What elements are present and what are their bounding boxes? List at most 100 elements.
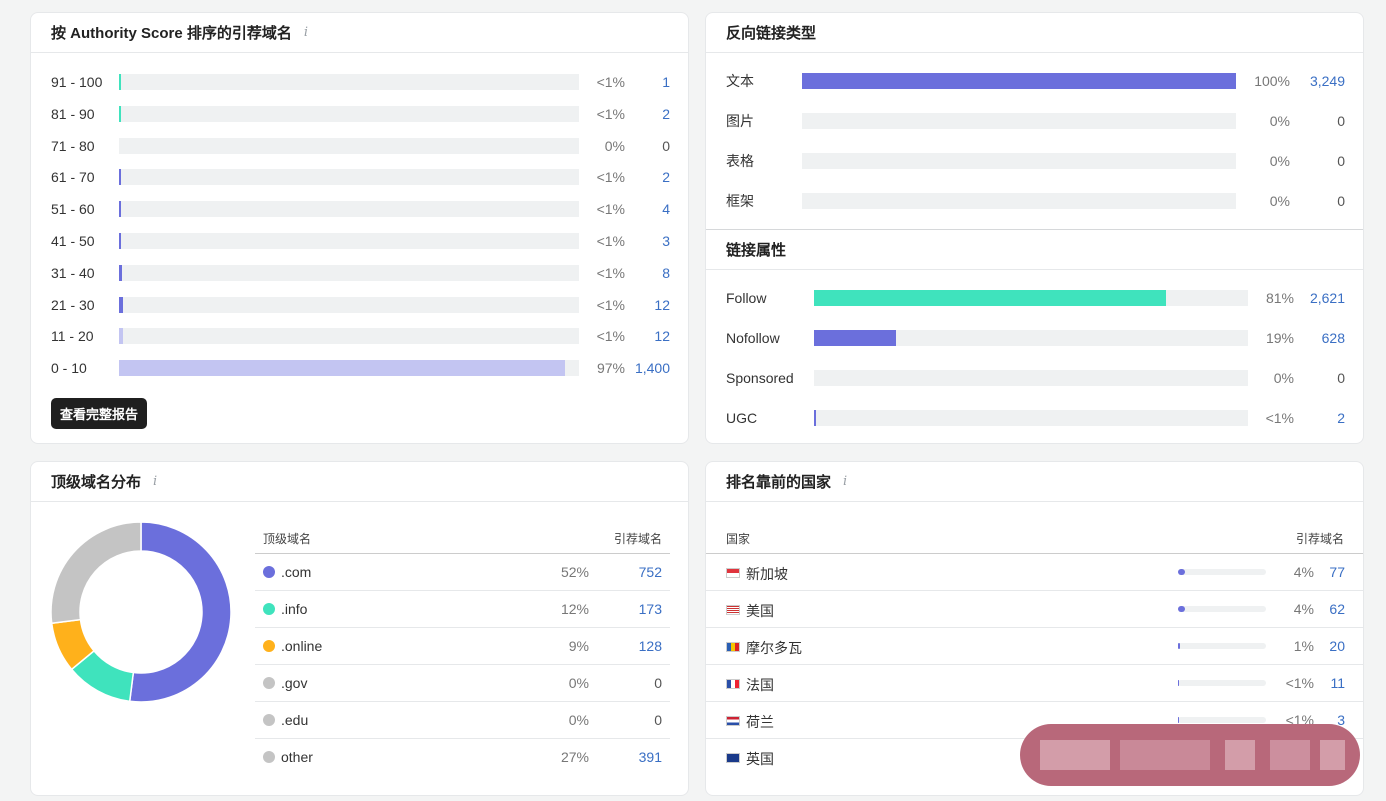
tld-count: 0: [654, 675, 662, 691]
link-attribute-row: UGC <1% 2: [706, 408, 1363, 428]
authority-row: 41 - 50 <1% 3: [31, 231, 688, 251]
tld-column-header: 顶级域名: [263, 532, 312, 546]
authority-label: 91 - 100: [51, 74, 103, 90]
authority-label: 81 - 90: [51, 105, 95, 122]
authority-score-card: 按 Authority Score 排序的引荐域名 i 91 - 100 <1% 1…: [30, 12, 689, 444]
country-name[interactable]: 英国: [746, 749, 774, 769]
blurred-overlay: [1020, 724, 1360, 786]
country-name[interactable]: 美国: [746, 601, 774, 621]
country-name[interactable]: 法国: [746, 675, 774, 695]
link-attribute-bar-track: [814, 370, 1248, 386]
authority-bar-track: [119, 105, 579, 122]
authority-count[interactable]: 12: [610, 328, 670, 344]
backlink-type-label: 框架: [726, 193, 754, 209]
legend-dot: [263, 677, 275, 689]
link-attribute-count[interactable]: 2: [1285, 410, 1345, 426]
tld-count[interactable]: 391: [602, 749, 662, 765]
link-attribute-count[interactable]: 2,621: [1285, 290, 1345, 306]
authority-label: 71 - 80: [51, 137, 95, 154]
backlink-type-label: 图片: [726, 113, 754, 129]
card-header: 反向链接类型: [706, 13, 1363, 53]
link-attribute-bar-track: [814, 290, 1248, 306]
backlink-type-row: 表格 0% 0: [706, 151, 1363, 171]
country-name[interactable]: 摩尔多瓦: [746, 638, 802, 658]
country-name[interactable]: 荷兰: [746, 712, 774, 732]
backlink-type-label: 文本: [726, 73, 754, 89]
country-row: 美国 4% 62: [706, 591, 1363, 628]
referring-domains-column-header: 引荐域名: [1296, 532, 1345, 546]
link-attribute-bar-fill: [814, 410, 816, 426]
tld-percent: 52%: [560, 564, 589, 580]
authority-bar-fill: [119, 360, 566, 377]
country-count[interactable]: 11: [1285, 675, 1345, 691]
legend-dot: [263, 566, 275, 578]
link-attribute-bar-fill: [814, 290, 1166, 306]
md-flag-icon: [726, 642, 740, 652]
authority-count[interactable]: 12: [610, 297, 670, 313]
info-icon[interactable]: i: [304, 25, 308, 40]
country-name[interactable]: 新加坡: [746, 564, 788, 584]
backlink-type-label: 表格: [726, 153, 754, 169]
backlink-types-title: 反向链接类型: [726, 25, 817, 42]
authority-bar-fill: [119, 233, 121, 249]
info-icon[interactable]: i: [153, 474, 157, 489]
authority-label: 41 - 50: [51, 233, 95, 249]
link-attributes-title: 链接属性: [726, 242, 787, 259]
backlink-type-count[interactable]: 3,249: [1285, 73, 1345, 89]
authority-bar-track: [119, 264, 579, 281]
backlink-type-count: 0: [1337, 153, 1345, 169]
authority-label: 11 - 20: [51, 328, 94, 345]
tld-name: other: [281, 749, 313, 765]
backlink-type-percent: 0%: [1269, 193, 1290, 209]
tld-percent: 9%: [568, 638, 589, 654]
link-attribute-label: Sponsored: [726, 370, 794, 386]
card-header: 顶级域名分布 i: [31, 462, 688, 502]
authority-count[interactable]: 2: [610, 169, 670, 185]
country-bar-fill: [1178, 643, 1180, 649]
legend-dot: [263, 603, 275, 615]
authority-label: 61 - 70: [51, 169, 95, 186]
country-count[interactable]: 20: [1285, 638, 1345, 654]
authority-bar-fill: [119, 74, 121, 90]
country-count[interactable]: 62: [1285, 601, 1345, 617]
link-attribute-label: Nofollow: [726, 330, 780, 346]
link-attribute-bar-track: [814, 330, 1248, 346]
authority-row: 61 - 70 <1% 2: [31, 167, 688, 187]
authority-label: 0 - 10: [51, 360, 87, 377]
authority-count[interactable]: 3: [610, 233, 670, 249]
authority-bar-track: [119, 328, 579, 345]
country-count[interactable]: 77: [1285, 564, 1345, 580]
country-bar-track: [1178, 717, 1266, 723]
authority-bar-fill: [119, 105, 121, 122]
tld-count[interactable]: 128: [602, 638, 662, 654]
authority-row: 11 - 20 <1% 12: [31, 326, 688, 346]
tld-percent: 0%: [568, 712, 589, 728]
authority-row: 21 - 30 <1% 12: [31, 295, 688, 315]
view-full-report-button[interactable]: 查看完整报告: [51, 398, 148, 429]
info-icon[interactable]: i: [843, 474, 847, 489]
fr-flag-icon: [726, 679, 740, 689]
authority-count[interactable]: 8: [610, 265, 670, 281]
tld-count[interactable]: 752: [602, 564, 662, 580]
authority-bar-track: [119, 233, 579, 249]
backlink-type-bar-track: [802, 153, 1236, 169]
authority-count[interactable]: 2: [610, 106, 670, 122]
authority-count[interactable]: 4: [610, 201, 670, 217]
link-attribute-row: Nofollow 19% 628: [706, 328, 1363, 348]
tld-row: .gov 0% 0: [31, 665, 688, 702]
tld-name: .info: [281, 601, 308, 617]
link-attribute-count[interactable]: 628: [1285, 330, 1345, 346]
authority-bar-track: [119, 74, 579, 90]
link-attribute-bar-fill: [814, 330, 897, 346]
authority-row: 0 - 10 97% 1,400: [31, 358, 688, 378]
authority-label: 31 - 40: [51, 264, 95, 281]
tld-title: 顶级域名分布: [51, 474, 142, 491]
authority-count[interactable]: 1,400: [610, 360, 670, 376]
authority-bar-track: [119, 137, 579, 154]
link-attribute-row: Sponsored 0% 0: [706, 368, 1363, 388]
backlink-types-card: 反向链接类型 文本 100% 3,249 图片 0% 0 表格 0% 0 框架 0% 0 链接属性 F…: [705, 12, 1364, 444]
backlink-type-row: 文本 100% 3,249: [706, 71, 1363, 91]
backlink-type-row: 图片 0% 0: [706, 111, 1363, 131]
authority-count[interactable]: 1: [610, 74, 670, 90]
tld-count[interactable]: 173: [602, 601, 662, 617]
